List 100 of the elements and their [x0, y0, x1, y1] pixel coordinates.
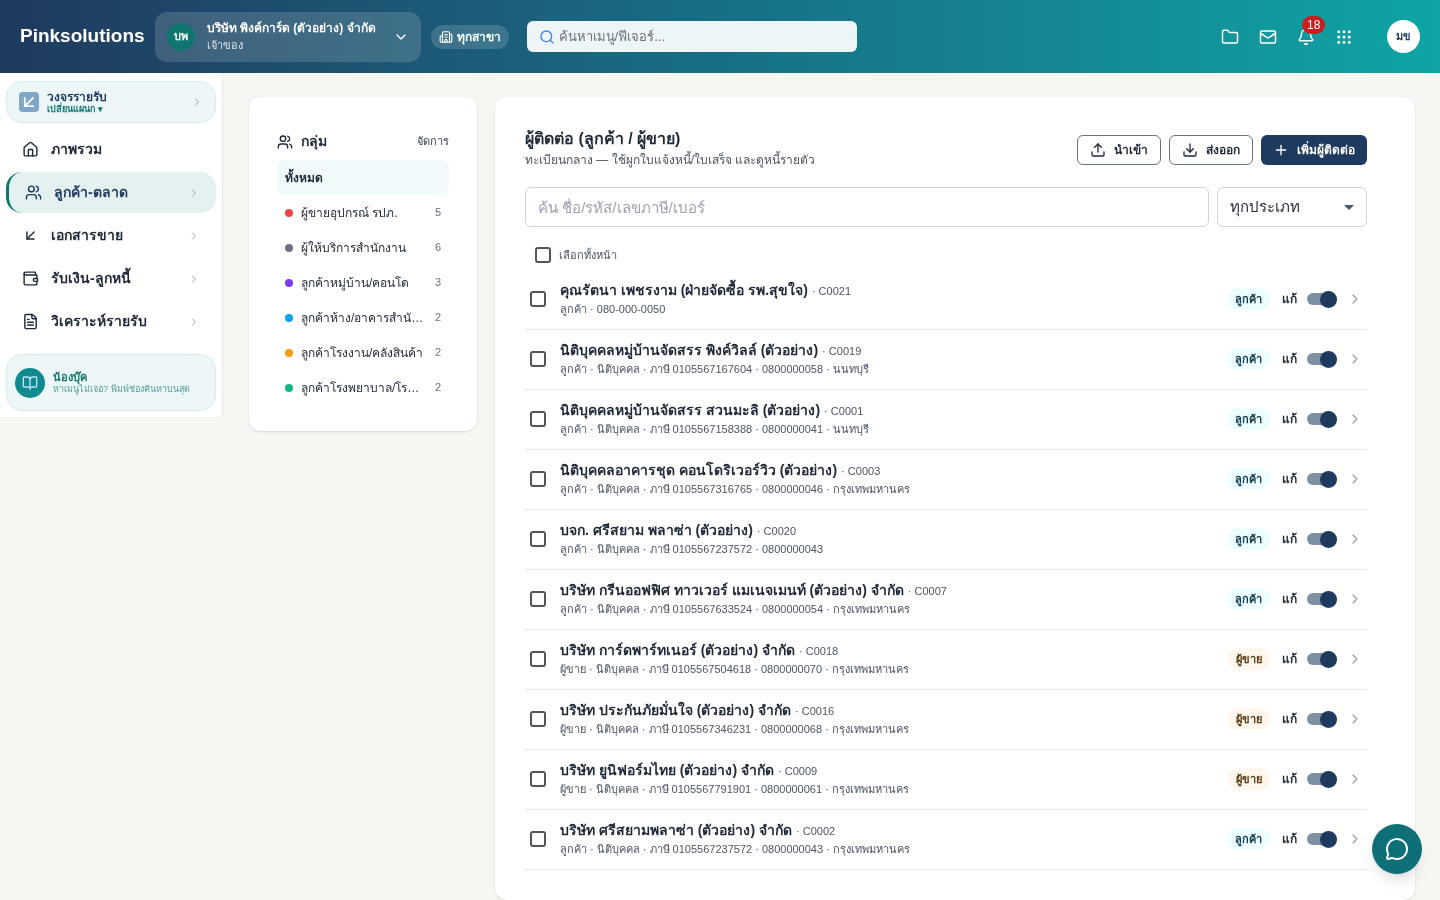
active-toggle[interactable] [1307, 713, 1337, 725]
manage-link[interactable]: จัดการ [417, 133, 449, 150]
module-switch-label: เปลี่ยนแผนก ▾ [47, 103, 103, 115]
caret-icon [1344, 204, 1354, 210]
mail-icon[interactable] [1259, 27, 1277, 46]
checkbox[interactable] [530, 831, 546, 847]
contact-row[interactable]: บจก. ศรีสยาม พลาซ่า (ตัวอย่าง) · C0020 ลูกค้า · นิติบุคคล · ภาษี 0105567237572 · 0800000043 ลูกค้า แก้ [525, 509, 1367, 570]
edit-link[interactable]: แก้ [1282, 410, 1297, 428]
checkbox[interactable] [530, 471, 546, 487]
contact-code: · C0003 [841, 464, 881, 480]
type-tag: ลูกค้า [1227, 287, 1270, 311]
type-tag: ผู้ขาย [1228, 767, 1270, 791]
user-avatar[interactable]: มข [1387, 20, 1420, 53]
action-button[interactable]: ส่งออก [1169, 135, 1253, 165]
company-switcher[interactable]: บพ บริษัท พิงค์การ์ด (ตัวอย่าง) จำกัด เจ้าของ [154, 11, 421, 62]
helper-card[interactable]: น้องบุ๊ค หาเมนูไม่เจอ? พิมพ์ช่องค้นหาบนสุด [6, 354, 216, 411]
sidebar-item[interactable]: รับเงิน-ลูกหนี้ [6, 258, 216, 299]
action-button[interactable]: เพิ่มผู้ติดต่อ [1261, 135, 1367, 165]
search-field[interactable]: ค้นหาเมนู/ฟีเจอร์... [526, 21, 857, 52]
contact-details: ลูกค้า · นิติบุคคล · ภาษี 0105567237572 · 0800000043 [560, 542, 825, 558]
group-count: 2 [434, 345, 441, 361]
checkbox[interactable] [530, 411, 546, 427]
active-toggle[interactable] [1307, 413, 1337, 425]
notification-icon[interactable] [1297, 27, 1315, 46]
contact-details: ลูกค้า · นิติบุคคล · ภาษี 0105567158388 · 0800000041 · นนทบุรี [560, 422, 870, 438]
active-toggle[interactable] [1307, 833, 1337, 845]
active-toggle[interactable] [1307, 353, 1337, 365]
group-count: 2 [434, 380, 441, 396]
type-tag: ลูกค้า [1227, 407, 1270, 431]
sidebar-item[interactable]: เอกสารขาย [6, 215, 216, 256]
active-toggle[interactable] [1307, 293, 1337, 305]
edit-link[interactable]: แก้ [1282, 590, 1297, 608]
contact-name: บริษัท การ์ดพาร์ทเนอร์ (ตัวอย่าง) จำกัด [560, 641, 795, 661]
checkbox[interactable] [530, 291, 546, 307]
sidebar-item[interactable]: วิเคราะห์รายรับ [6, 301, 216, 342]
group-item[interactable]: ผู้ให้บริการสำนักงาน 6 [277, 230, 449, 265]
group-count: 3 [434, 275, 441, 291]
active-toggle[interactable] [1307, 773, 1337, 785]
contact-details: ลูกค้า · นิติบุคคล · ภาษี 0105567633524 · 0800000054 · กรุงเทพมหานคร [560, 602, 911, 618]
module-switcher[interactable]: วงจรรายรับ เปลี่ยนแผนก ▾ [6, 81, 216, 123]
sidebar-item[interactable]: ลูกค้า-ตลาด [6, 172, 216, 213]
brand-logo[interactable]: Pinksolutions [20, 22, 145, 51]
contact-row[interactable]: นิติบุคคลหมู่บ้านจัดสรร พิงค์วิลล์ (ตัวอย่าง) · C0019 ลูกค้า · นิติบุคคล · ภาษี 0105567167604 · 0800000058 · นนทบุรี ลูกค้า แก้ [525, 329, 1367, 390]
contact-row[interactable]: นิติบุคคลอาคารชุด คอนโดริเวอร์วิว (ตัวอย่าง) · C0003 ลูกค้า · นิติบุคคล · ภาษี 0105567316765 · 0800000046 · กรุงเทพมหานคร ลูกค้า แก้ [525, 449, 1367, 510]
type-filter-dropdown[interactable]: ทุกประเภท [1217, 187, 1367, 227]
edit-link[interactable]: แก้ [1282, 770, 1297, 788]
edit-link[interactable]: แก้ [1282, 470, 1297, 488]
active-toggle[interactable] [1307, 473, 1337, 485]
contact-code: · C0018 [799, 644, 839, 660]
group-item[interactable]: ลูกค้าโรงพยาบาล/โร… 2 [277, 370, 449, 405]
group-item[interactable]: ผู้ขายอุปกรณ์ รปภ. 5 [277, 195, 449, 230]
active-toggle[interactable] [1307, 653, 1337, 665]
contact-row[interactable]: บริษัท กรีนออฟฟิศ ทาวเวอร์ แมเนจเมนท์ (ตัวอย่าง) จำกัด · C0007 ลูกค้า · นิติบุคคล · ภาษี 0105567633524 · 0800000054 · กรุงเทพมหานคร ลูกค้า แก้ [525, 569, 1367, 630]
edit-link[interactable]: แก้ [1282, 650, 1297, 668]
folder-icon[interactable] [1221, 27, 1239, 46]
checkbox[interactable] [530, 651, 546, 667]
contact-row[interactable]: บริษัท ศรีสยามพลาซ่า (ตัวอย่าง) จำกัด · C0002 ลูกค้า · นิติบุคคล · ภาษี 0105567237572 · 0800000043 · กรุงเทพมหานคร ลูกค้า แก้ [525, 809, 1367, 870]
company-role: เจ้าของ [206, 38, 244, 54]
type-tag: ผู้ขาย [1228, 647, 1270, 671]
contact-details: ผู้ขาย · นิติบุคคล · ภาษี 0105567504618 · 0800000070 · กรุงเทพมหานคร [560, 662, 910, 678]
checkbox[interactable] [530, 711, 546, 727]
group-count: 6 [434, 240, 441, 256]
contact-name: บริษัท ศรีสยามพลาซ่า (ตัวอย่าง) จำกัด [560, 821, 792, 841]
contact-name: นิติบุคคลหมู่บ้านจัดสรร พิงค์วิลล์ (ตัวอย่าง) [560, 341, 819, 361]
edit-link[interactable]: แก้ [1282, 530, 1297, 548]
checkbox[interactable] [530, 771, 546, 787]
contact-row[interactable]: บริษัท ยูนิฟอร์มไทย (ตัวอย่าง) จำกัด · C0009 ผู้ขาย · นิติบุคคล · ภาษี 0105567791901 · 0800000061 · กรุงเทพมหานคร ผู้ขาย แก้ [525, 749, 1367, 810]
edit-link[interactable]: แก้ [1282, 350, 1297, 368]
checkbox[interactable] [535, 247, 551, 264]
contact-code: · C0002 [796, 824, 836, 840]
contact-row[interactable]: นิติบุคคลหมู่บ้านจัดสรร สวนมะลิ (ตัวอย่าง) · C0001 ลูกค้า · นิติบุคคล · ภาษี 0105567158388 · 0800000041 · นนทบุรี ลูกค้า แก้ [525, 389, 1367, 450]
checkbox[interactable] [530, 351, 546, 367]
action-button[interactable]: นำเข้า [1077, 135, 1161, 165]
apps-grid-icon[interactable] [1335, 27, 1353, 46]
sidebar-item[interactable]: ภาพรวม [6, 129, 216, 170]
checkbox[interactable] [530, 531, 546, 547]
edit-link[interactable]: แก้ [1282, 830, 1297, 848]
group-item[interactable]: ลูกค้าหมู่บ้าน/คอนโด 3 [277, 265, 449, 300]
contact-code: · C0020 [756, 524, 797, 540]
group-item[interactable]: ทั้งหมด [277, 160, 449, 195]
group-item[interactable]: ลูกค้าโรงงาน/คลังสินค้า 2 [277, 335, 449, 370]
contact-row[interactable]: คุณรัตนา เพชรงาม (ฝ่ายจัดซื้อ รพ.สุขใจ) · C0021 ลูกค้า · 080-000-0050 ลูกค้า แก้ [525, 269, 1367, 330]
contact-row[interactable]: บริษัท ประกันภัยมั่นใจ (ตัวอย่าง) จำกัด · C0016 ผู้ขาย · นิติบุคคล · ภาษี 0105567346231 · 0800000068 · กรุงเทพมหานคร ผู้ขาย แก้ [525, 689, 1367, 750]
upload-icon [1090, 142, 1106, 158]
checkbox[interactable] [530, 591, 546, 607]
home-icon [22, 141, 39, 158]
contact-code: · C0019 [822, 344, 862, 360]
active-toggle[interactable] [1307, 533, 1337, 545]
branch-button[interactable]: ทุกสาขา [430, 24, 509, 49]
active-toggle[interactable] [1307, 593, 1337, 605]
contact-search-field[interactable]: ค้น ชื่อ/รหัส/เลขภาษี/เบอร์ [525, 187, 1209, 227]
contact-code: · C0016 [795, 704, 835, 720]
group-item[interactable]: ลูกค้าห้าง/อาคารสำนั… 2 [277, 300, 449, 335]
contact-details: ลูกค้า · นิติบุคคล · ภาษี 0105567237572 · 0800000043 · กรุงเทพมหานคร [560, 842, 911, 858]
contact-row[interactable]: บริษัท การ์ดพาร์ทเนอร์ (ตัวอย่าง) จำกัด · C0018 ผู้ขาย · นิติบุคคล · ภาษี 0105567504618 · 0800000070 · กรุงเทพมหานคร ผู้ขาย แก้ [525, 629, 1367, 690]
contact-code: · C0009 [778, 764, 818, 780]
edit-link[interactable]: แก้ [1282, 710, 1297, 728]
contact-details: ลูกค้า · นิติบุคคล · ภาษี 0105567167604 · 0800000058 · นนทบุรี [560, 362, 870, 378]
edit-link[interactable]: แก้ [1282, 290, 1297, 308]
document-icon [22, 313, 39, 330]
